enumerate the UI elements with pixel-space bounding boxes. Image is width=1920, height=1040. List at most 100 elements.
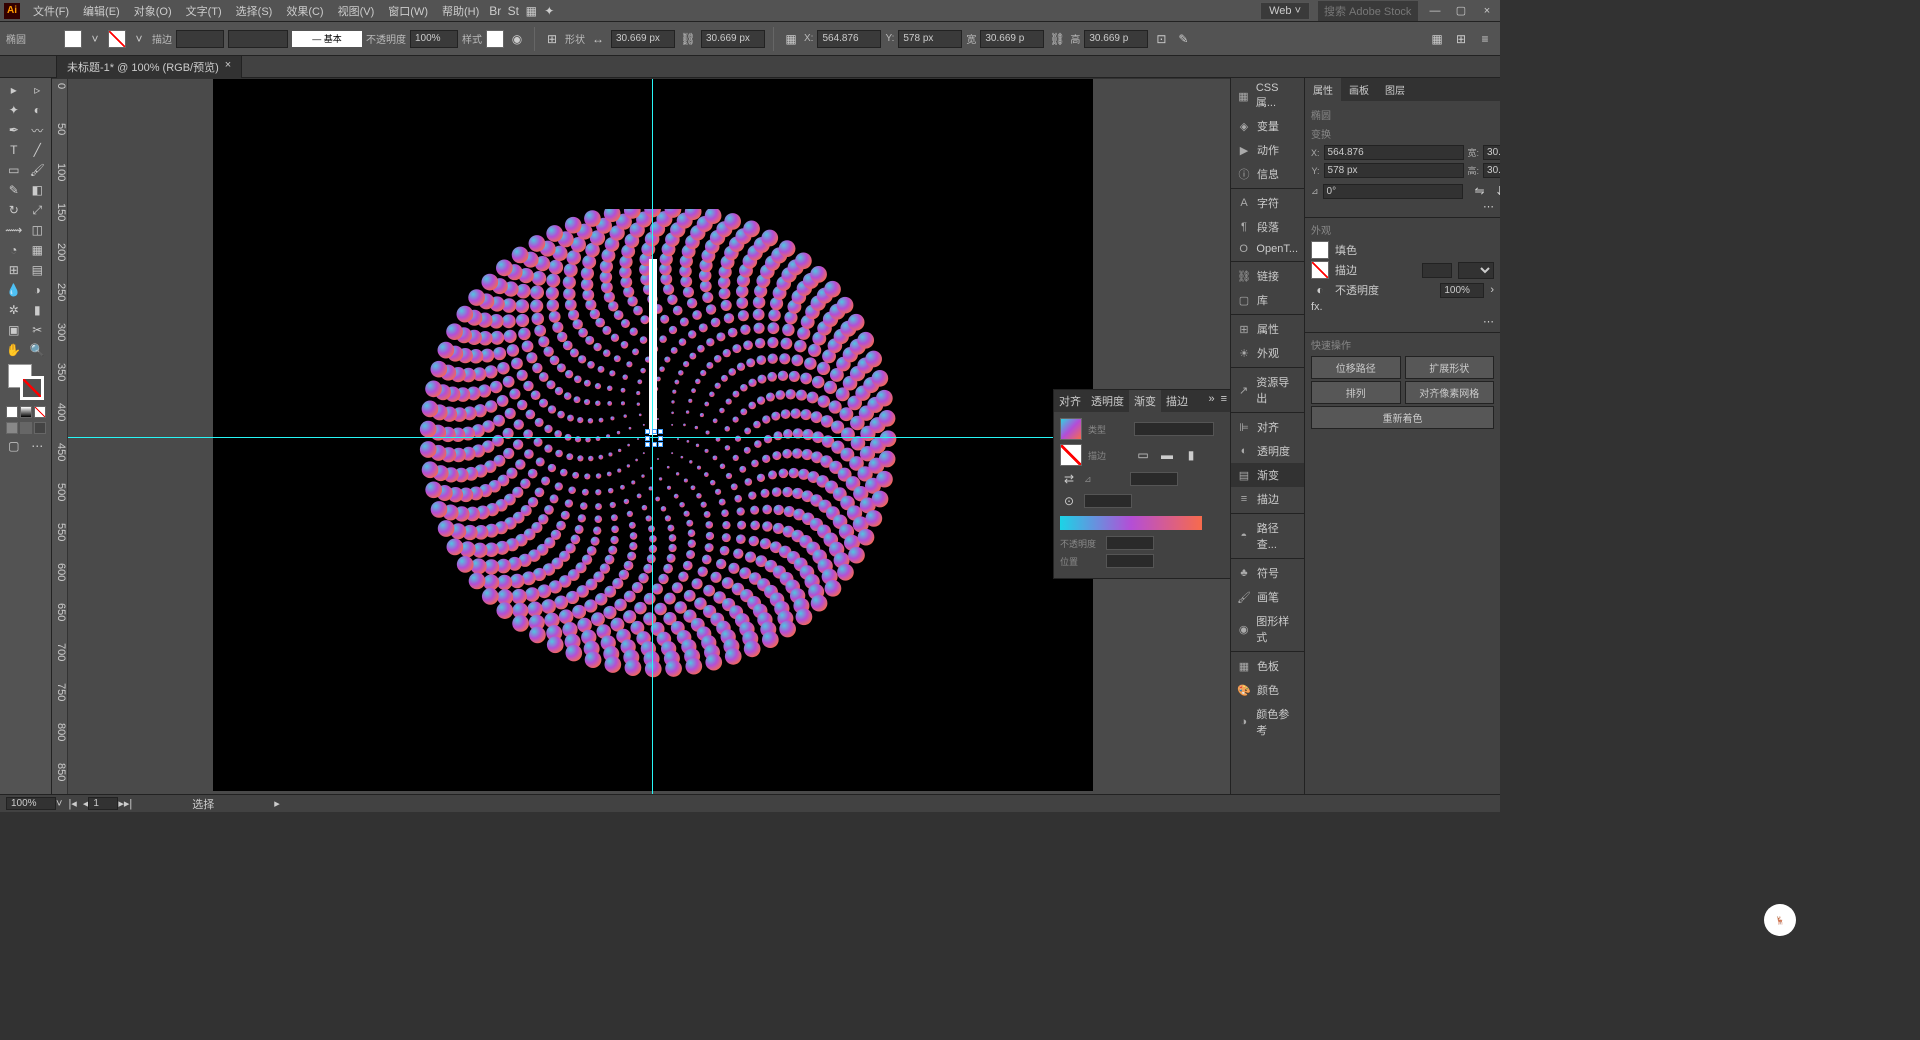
bridge-icon[interactable]: Br [486,2,504,20]
stroke-mode-icon[interactable]: ▬ [1158,446,1176,464]
pen-tool[interactable]: ✒ [2,120,26,140]
h-input[interactable] [1084,30,1148,48]
panel-align[interactable]: ⊫对齐 [1231,415,1304,439]
maximize-button[interactable]: ▢ [1452,4,1470,17]
artboard-tool[interactable]: ▣ [2,320,26,340]
panel-color[interactable]: 🎨颜色 [1231,678,1304,702]
x-input[interactable] [1324,145,1464,160]
brush-tool[interactable]: 🖌 [26,160,50,180]
panel-opentype[interactable]: OOpenT... [1231,239,1304,259]
stroke-profile[interactable] [228,30,288,48]
nav-first-icon[interactable]: |◂ [68,797,76,810]
gradient-aspect-input[interactable] [1084,494,1132,508]
gpu-icon[interactable]: ✦ [540,2,558,20]
panel-icon[interactable]: ⊞ [1452,30,1470,48]
slice-tool[interactable]: ✂ [26,320,50,340]
eyedropper-tool[interactable]: 💧 [2,280,26,300]
align-icon[interactable]: ⊞ [543,30,561,48]
gradient-annotator[interactable] [649,259,657,435]
stock-icon[interactable]: St [504,2,522,20]
isolate-icon[interactable]: ⊡ [1152,30,1170,48]
h-input[interactable] [1483,163,1500,178]
status-menu-icon[interactable]: ▸ [274,797,280,810]
symbol-sprayer-tool[interactable]: ✲ [2,300,26,320]
arrange-docs-icon[interactable]: ▦ [522,2,540,20]
chevron-down-icon[interactable]: ˅ [56,798,62,810]
transform-icon[interactable]: ▦ [782,30,800,48]
panel-properties[interactable]: ⊞属性 [1231,317,1304,341]
rp-fill-swatch[interactable] [1311,241,1329,259]
rectangle-tool[interactable]: ▭ [2,160,26,180]
tab-gradient[interactable]: 渐变 [1129,390,1161,412]
stroke-mode-icon[interactable]: ▭ [1134,446,1152,464]
panel-variables[interactable]: ◈变量 [1231,114,1304,138]
gradient-slider[interactable] [1060,516,1202,530]
recolor-icon[interactable]: ◉ [508,30,526,48]
panel-swatches[interactable]: ▦色板 [1231,654,1304,678]
color-mode-switches[interactable] [2,404,49,420]
offset-path-button[interactable]: 位移路径 [1311,356,1401,379]
recolor-button[interactable]: 重新着色 [1311,406,1494,429]
expand-shape-button[interactable]: 扩展形状 [1405,356,1495,379]
artwork-dots[interactable] [408,209,908,709]
gradient-angle-input[interactable] [1130,472,1178,486]
shape-w-input[interactable] [611,30,675,48]
chevron-right-icon[interactable]: › [1490,284,1494,296]
panel-brushes[interactable]: 🖌画笔 [1231,585,1304,609]
rotate-tool[interactable]: ↻ [2,200,26,220]
gradient-panel[interactable]: 对齐 透明度 渐变 描边 » ≡ 类型 [1053,389,1230,579]
angle-input[interactable] [1323,184,1463,199]
tab-align[interactable]: 对齐 [1054,390,1086,412]
stop-opacity-input[interactable] [1106,536,1154,550]
y-input[interactable] [1324,163,1464,178]
fill-swatch[interactable] [64,30,82,48]
artboard-nav-input[interactable] [88,797,118,810]
chevron-down-icon[interactable]: ˅ [130,30,148,48]
free-transform-tool[interactable]: ◫ [26,220,50,240]
panel-color-guide[interactable]: ◑颜色参考 [1231,702,1304,742]
stroke-weight-input[interactable] [176,30,224,48]
rp-stroke-unit[interactable] [1458,262,1494,279]
selection-tool[interactable]: ▸ [2,80,26,100]
edit-icon[interactable]: ✎ [1174,30,1192,48]
panel-appearance[interactable]: ☀外观 [1231,341,1304,365]
panel-asset-export[interactable]: ↗资源导出 [1231,370,1304,410]
mesh-tool[interactable]: ⊞ [2,260,26,280]
zoom-input[interactable] [6,797,56,810]
w-input[interactable] [980,30,1044,48]
magic-wand-tool[interactable]: ✦ [2,100,26,120]
menu-icon[interactable]: ≡ [1476,30,1494,48]
more-options-icon[interactable]: ⋯ [1483,316,1494,328]
scale-tool[interactable]: ⤢ [26,200,50,220]
swap-icon[interactable]: ⇄ [1060,470,1078,488]
draw-mode-switches[interactable] [2,420,49,436]
link-icon[interactable]: ⛓ [679,30,697,48]
selection-handles[interactable] [645,429,663,447]
panel-paragraph[interactable]: ¶段落 [1231,215,1304,239]
menu-type[interactable]: 文字(T) [179,1,229,21]
menu-file[interactable]: 文件(F) [26,1,76,21]
shape-h-input[interactable] [701,30,765,48]
ruler-vertical[interactable]: 0501001502002503003504004505005506006507… [52,79,68,794]
panel-graphic-styles[interactable]: ◉图形样式 [1231,609,1304,649]
search-input[interactable]: 搜索 Adobe Stock [1318,1,1418,21]
panel-pathfinder[interactable]: ◓路径查... [1231,516,1304,556]
panel-info[interactable]: ⓘ信息 [1231,162,1304,186]
menu-edit[interactable]: 编辑(E) [76,1,127,21]
tab-stroke[interactable]: 描边 [1161,390,1193,412]
gradient-stroke-swatch[interactable] [1060,444,1082,466]
tab-artboards[interactable]: 画板 [1341,78,1377,101]
gradient-tool[interactable]: ▤ [26,260,50,280]
x-input[interactable] [817,30,881,48]
flip-v-icon[interactable]: ⇵ [1493,182,1500,200]
more-options-icon[interactable]: ⋯ [1483,201,1494,213]
edit-toolbar[interactable]: ⋯ [26,436,50,456]
rp-stroke-weight[interactable] [1422,263,1452,278]
menu-view[interactable]: 视图(V) [331,1,382,21]
panel-actions[interactable]: ▶动作 [1231,138,1304,162]
shaper-tool[interactable]: ✎ [2,180,26,200]
minimize-button[interactable]: — [1426,5,1444,17]
close-window-button[interactable]: × [1478,5,1496,17]
panel-transparency[interactable]: ◐透明度 [1231,439,1304,463]
panel-icon[interactable]: ▦ [1428,30,1446,48]
